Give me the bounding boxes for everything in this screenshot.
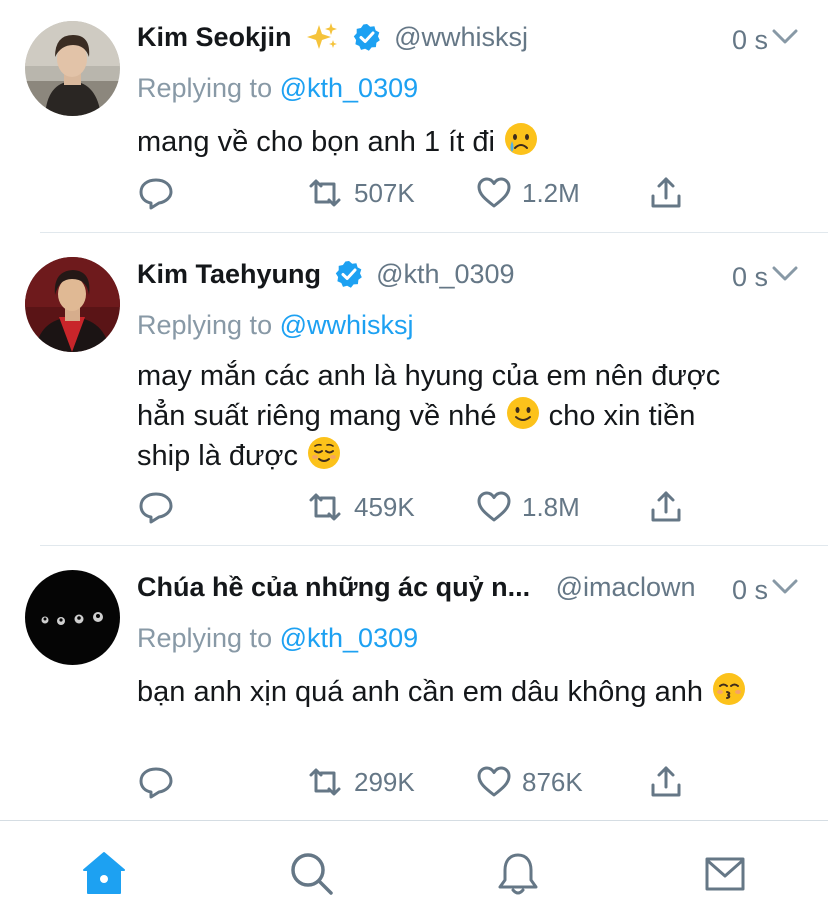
bottom-tab-bar	[0, 820, 828, 922]
tweet-text-line: ship là được	[137, 435, 797, 475]
chevron-down-icon[interactable]	[772, 17, 798, 44]
replying-label: Replying to	[137, 73, 273, 103]
timestamp: 0 s	[731, 262, 768, 292]
mention-link[interactable]: @wwhisksj	[280, 310, 414, 340]
reply-button[interactable]	[137, 173, 175, 213]
handle[interactable]: @imaclown	[556, 572, 696, 602]
reply-icon	[139, 767, 173, 799]
tweet-text-line: hẳn suất riêng mang về nhé cho xin tiền	[137, 395, 797, 435]
kissing-face-emoji	[711, 671, 747, 707]
search-tab[interactable]	[287, 849, 337, 899]
replying-to: Replying to @wwhisksj	[137, 307, 414, 343]
notifications-icon	[498, 853, 538, 895]
tweet-text-content: bạn anh xịn quá anh cần em dâu không anh	[137, 676, 703, 708]
reply-button[interactable]	[137, 762, 175, 802]
share-icon	[651, 177, 681, 208]
relieved-face-emoji	[306, 435, 342, 471]
tweet[interactable]: Kim Seokjin @wwhisksj 0 s Replying to @k…	[0, 0, 828, 232]
retweet-button[interactable]: 459K	[305, 487, 415, 527]
tweet-header: Kim Taehyung @kth_0309 0 s	[137, 254, 798, 294]
like-count: 876K	[522, 766, 583, 797]
replying-label: Replying to	[137, 623, 273, 653]
verified-badge-icon	[335, 259, 363, 288]
messages-icon	[705, 857, 745, 891]
like-count: 1.8M	[522, 491, 580, 522]
crying-face-emoji	[503, 121, 539, 157]
mention-link[interactable]: @kth_0309	[280, 73, 419, 103]
avatar[interactable]	[25, 257, 120, 352]
heart-icon	[477, 491, 511, 522]
tweet-text-line: may mắn các anh là hyung của em nên được	[137, 360, 721, 392]
heart-icon	[477, 766, 511, 797]
reply-icon	[139, 178, 173, 210]
chevron-down-icon[interactable]	[772, 567, 798, 594]
retweet-icon	[309, 768, 341, 796]
like-button[interactable]: 1.2M	[475, 173, 580, 213]
display-name[interactable]: Kim Taehyung	[137, 259, 321, 289]
timestamp: 0 s	[731, 575, 768, 605]
timestamp-and-menu: 0 s	[727, 254, 798, 294]
replying-label: Replying to	[137, 310, 273, 340]
share-button[interactable]	[647, 762, 685, 802]
share-button[interactable]	[647, 487, 685, 527]
retweet-button[interactable]: 299K	[305, 762, 415, 802]
avatar[interactable]	[25, 570, 120, 665]
timestamp-and-menu: 0 s	[727, 17, 798, 57]
replying-to: Replying to @kth_0309	[137, 620, 418, 656]
replying-to: Replying to @kth_0309	[137, 70, 418, 106]
retweet-count: 299K	[354, 766, 415, 797]
tweet-header: Chúa hề của những ác quỷ n... @imaclown …	[137, 567, 798, 607]
share-icon	[651, 491, 681, 522]
tweet-actions: 507K 1.2M	[137, 173, 697, 213]
home-tab[interactable]	[79, 849, 129, 899]
tweet-text-content: mang về cho bọn anh 1 ít đi	[137, 126, 495, 158]
share-icon	[651, 766, 681, 797]
tweet-actions: 459K 1.8M	[137, 487, 697, 527]
timestamp-and-menu: 0 s	[727, 567, 798, 607]
retweet-icon	[309, 493, 341, 521]
tweet-header: Kim Seokjin @wwhisksj 0 s	[137, 17, 798, 57]
heart-icon	[477, 177, 511, 208]
retweet-count: 507K	[354, 177, 415, 208]
handle[interactable]: @kth_0309	[376, 259, 515, 289]
like-button[interactable]: 876K	[475, 762, 583, 802]
tweet-actions: 299K 876K	[137, 762, 697, 802]
retweet-count: 459K	[354, 491, 415, 522]
verified-badge-icon	[353, 22, 381, 51]
search-icon	[291, 853, 333, 895]
tweet-text: bạn anh xịn quá anh cần em dâu không anh	[137, 671, 797, 711]
reply-icon	[139, 492, 173, 524]
tweet[interactable]: Kim Taehyung @kth_0309 0 s Replying to @…	[0, 233, 828, 545]
display-name[interactable]: Kim Seokjin	[137, 22, 292, 52]
chevron-down-icon[interactable]	[772, 254, 798, 281]
tweet[interactable]: Chúa hề của những ác quỷ n... @imaclown …	[0, 546, 828, 820]
avatar[interactable]	[25, 21, 120, 116]
messages-tab[interactable]	[700, 849, 750, 899]
sparkles-icon	[305, 21, 339, 51]
like-button[interactable]: 1.8M	[475, 487, 580, 527]
timestamp: 0 s	[731, 25, 768, 55]
notifications-tab[interactable]	[493, 849, 543, 899]
tweet-text: mang về cho bọn anh 1 ít đi	[137, 121, 797, 161]
share-button[interactable]	[647, 173, 685, 213]
display-name[interactable]: Chúa hề của những ác quỷ n...	[137, 572, 530, 602]
home-icon	[83, 852, 125, 894]
retweet-button[interactable]: 507K	[305, 173, 415, 213]
reply-button[interactable]	[137, 487, 175, 527]
retweet-icon	[309, 179, 341, 207]
mention-link[interactable]: @kth_0309	[280, 623, 419, 653]
slightly-smiling-face-emoji	[505, 395, 541, 431]
handle[interactable]: @wwhisksj	[394, 22, 528, 52]
tweet-text: may mắn các anh là hyung của em nên được…	[137, 358, 797, 475]
like-count: 1.2M	[522, 177, 580, 208]
